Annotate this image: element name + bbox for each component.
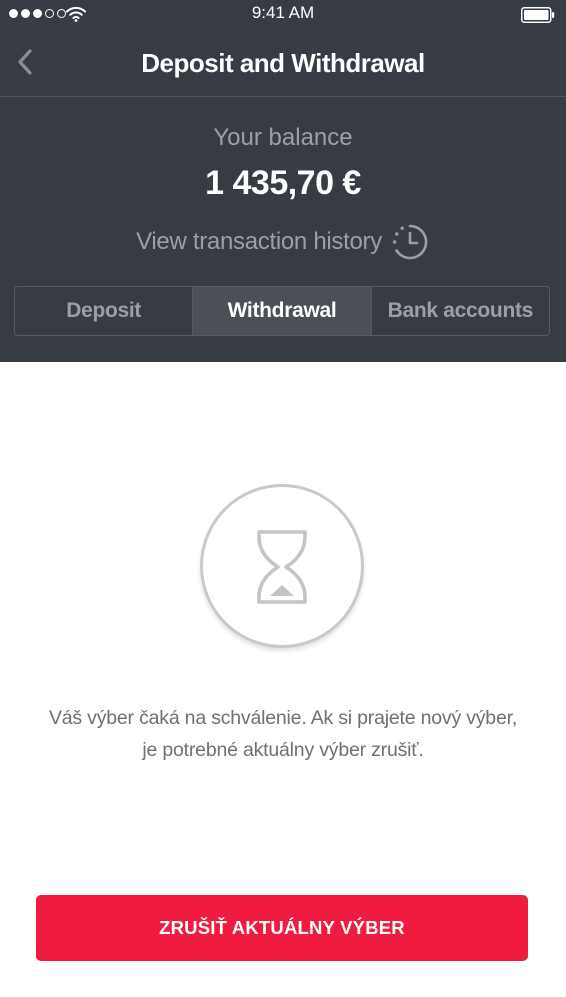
- tab-bank-accounts[interactable]: Bank accounts: [370, 287, 549, 335]
- cancel-withdrawal-button[interactable]: ZRUŠIŤ AKTUÁLNY VÝBER: [36, 895, 528, 961]
- history-clock-icon: [392, 224, 428, 260]
- transaction-history-label: View transaction history: [136, 228, 382, 255]
- tab-deposit[interactable]: Deposit: [15, 287, 192, 335]
- battery-icon: [521, 7, 555, 23]
- pending-message: Váš výber čaká na schválenie. Ak si praj…: [20, 702, 546, 766]
- status-bar: 9:41 AM: [0, 0, 566, 28]
- pending-status-badge: [200, 484, 364, 648]
- balance-amount: 1 435,70 €: [205, 164, 361, 202]
- pending-message-line: je potrebné aktuálny výber zrušiť.: [142, 739, 424, 761]
- header-panel: 9:41 AM Deposit and Withdrawal Your bala…: [0, 0, 566, 362]
- status-time: 9:41 AM: [251, 3, 315, 22]
- transaction-history-link[interactable]: View transaction history: [0, 222, 566, 262]
- balance-label: Your balance: [213, 124, 353, 151]
- pending-message-line: Váš výber čaká na schválenie. Ak si praj…: [48, 707, 518, 729]
- page-title: Deposit and Withdrawal: [141, 48, 425, 78]
- hourglass-icon: [257, 530, 307, 604]
- tab-bar: Deposit Withdrawal Bank accounts: [14, 286, 550, 336]
- nav-bar: Deposit and Withdrawal: [0, 30, 566, 97]
- tab-withdrawal[interactable]: Withdrawal: [192, 287, 371, 335]
